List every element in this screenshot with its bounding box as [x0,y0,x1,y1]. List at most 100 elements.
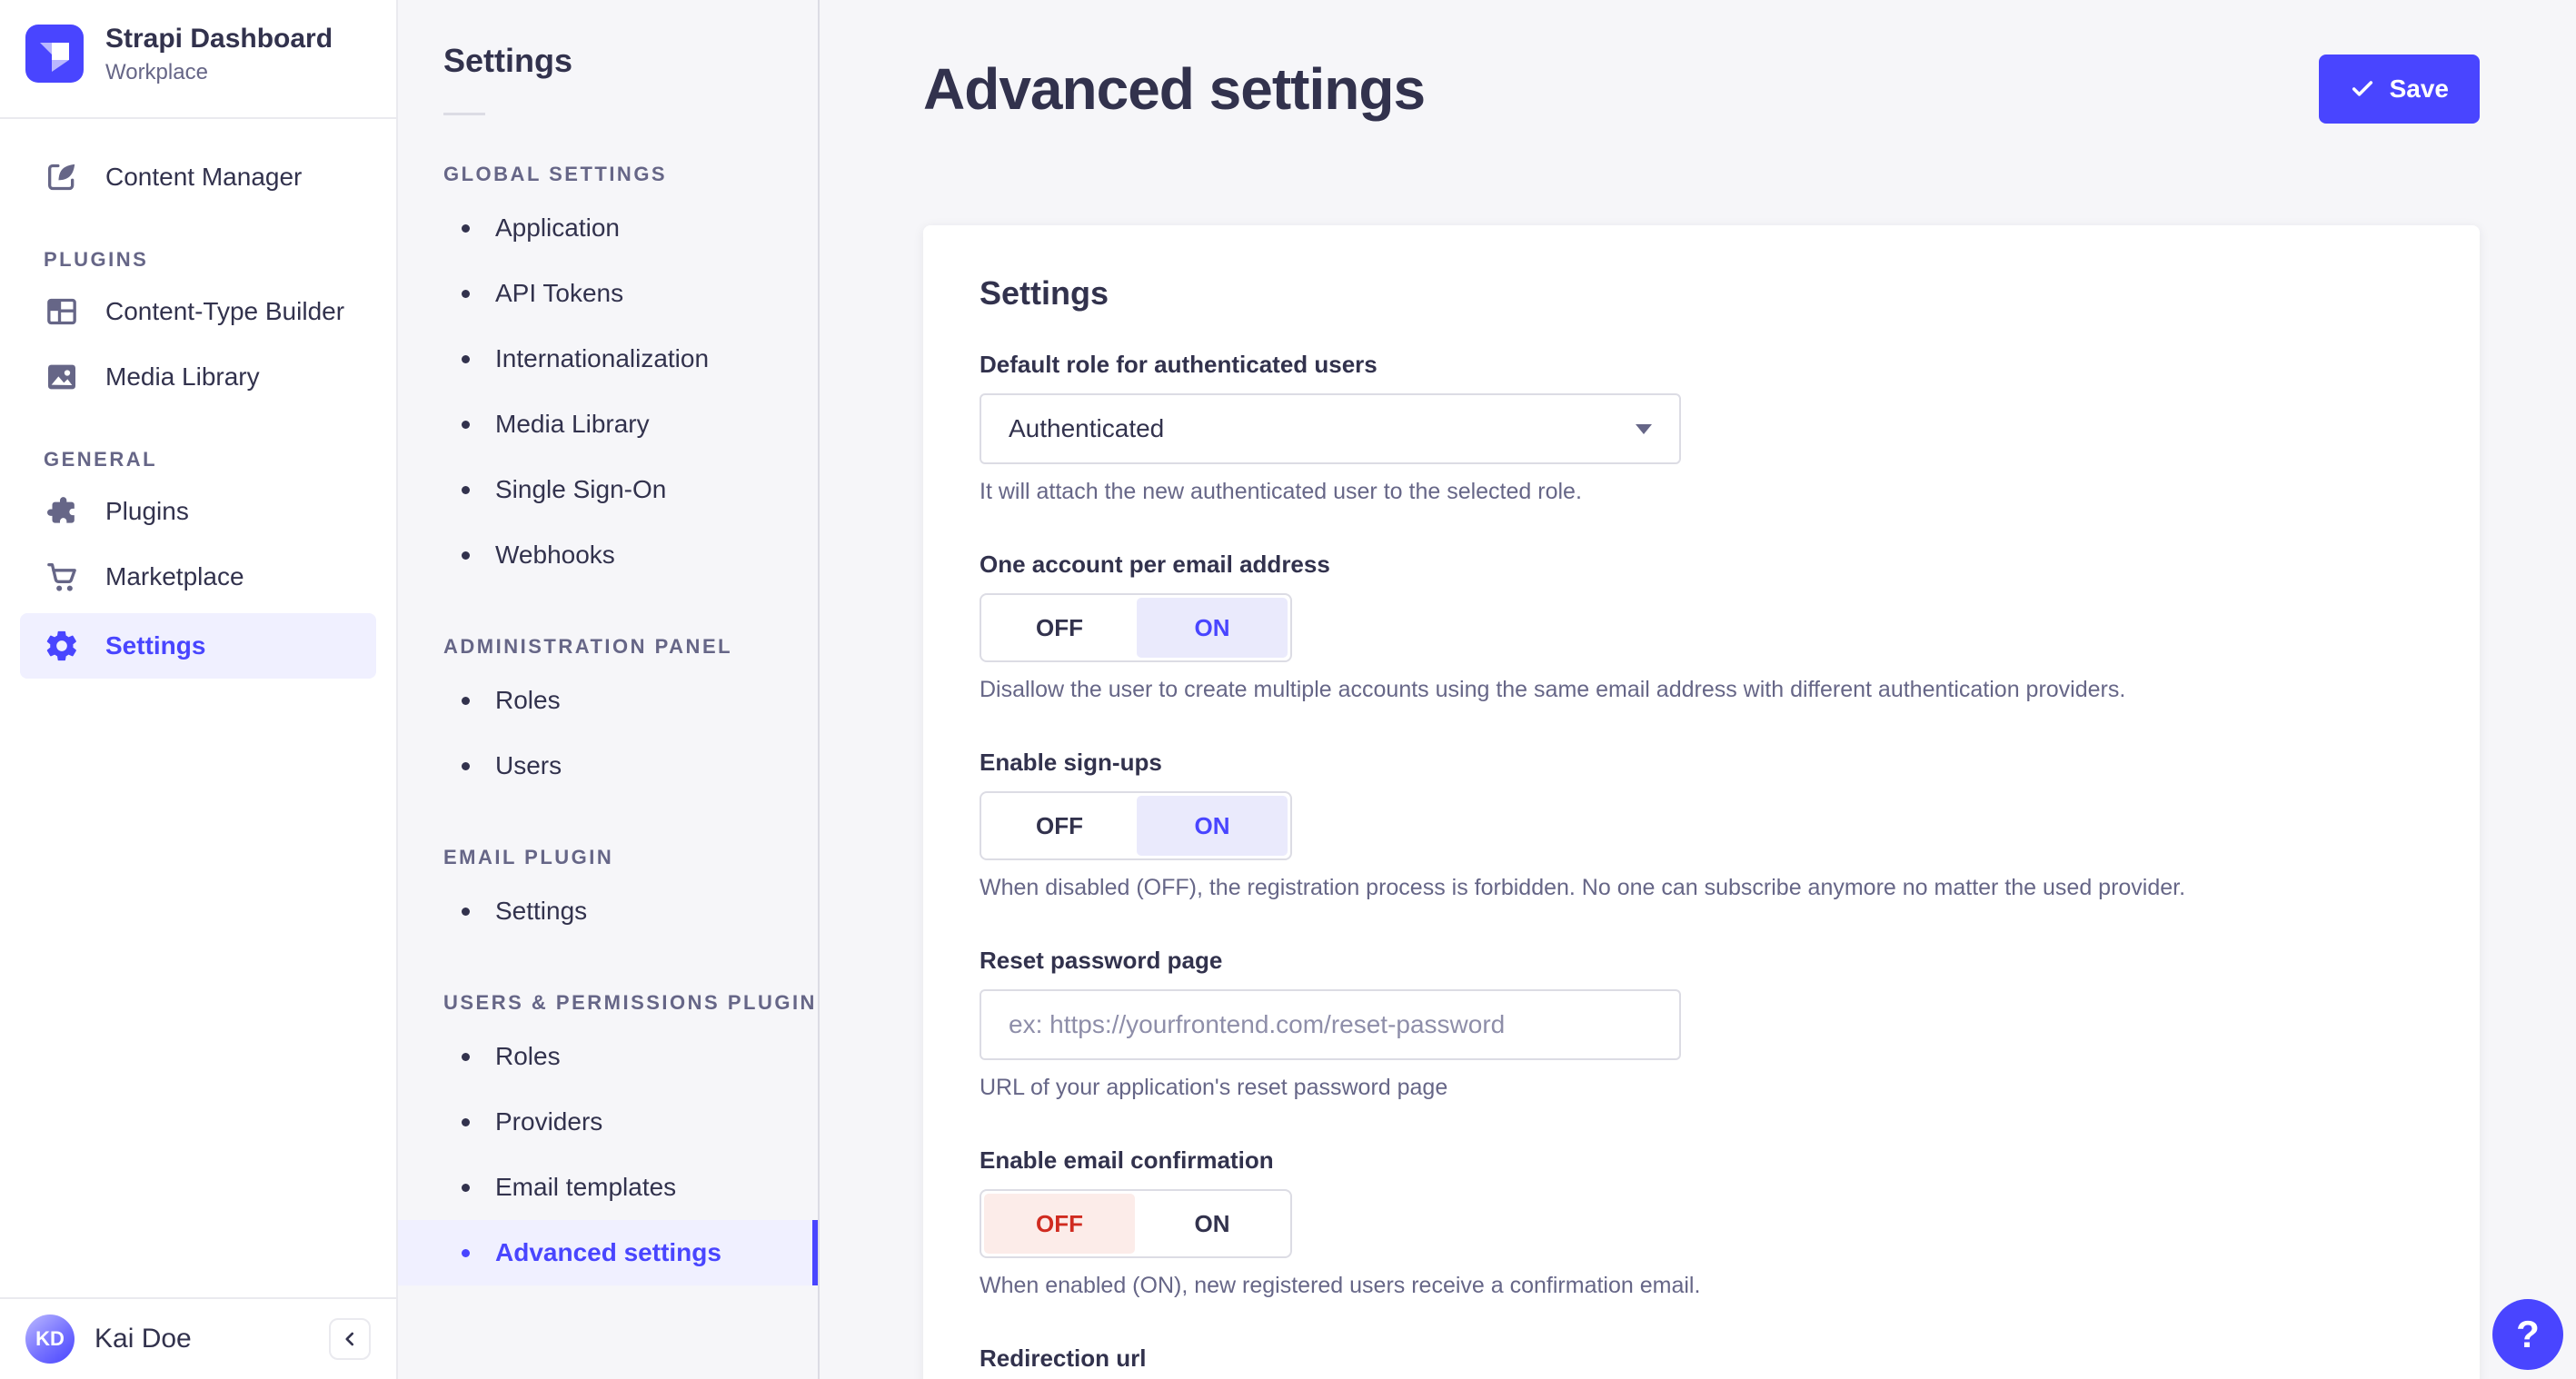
sidebar-item-media-library[interactable]: Media Library [20,348,376,406]
sidebar-item-label: Plugins [105,496,189,525]
plugins-icon [47,496,75,523]
subnav-title: Settings [443,42,573,79]
subnav-item-application[interactable]: Application [398,195,818,261]
settings-panel: Settings Default role for authenticated … [923,225,2480,1379]
toggle-on-option[interactable]: ON [1137,598,1288,658]
subnav-item-internationalization[interactable]: Internationalization [398,326,818,392]
bullet-icon [462,420,470,429]
main-sidebar: Strapi Dashboard Workplace Content Manag… [0,0,398,1379]
subnav-item-up-roles[interactable]: Roles [398,1024,818,1089]
brand-subtitle: Workplace [105,59,208,84]
bullet-icon [462,696,470,705]
content-type-builder-icon [47,298,76,324]
subnav-item-webhooks[interactable]: Webhooks [398,522,818,588]
check-icon [2352,81,2372,96]
subnav-item-label: Settings [495,897,588,925]
toggle-on-option[interactable]: ON [1137,1194,1288,1254]
subnav-item-label: Providers [495,1107,603,1136]
subnav-item-roles[interactable]: Roles [398,668,818,733]
subnav-item-providers[interactable]: Providers [398,1089,818,1155]
sidebar-item-label: Marketplace [105,561,244,590]
subnav-item-single-sign-on[interactable]: Single Sign-On [398,457,818,522]
subnav-section-administration-panel: ADMINISTRATION PANEL [443,635,733,658]
subnav-item-label: Single Sign-On [495,475,667,503]
field-label: Enable email confirmation [980,1146,1274,1174]
toggle-off-option[interactable]: OFF [984,1194,1135,1254]
bullet-icon [462,761,470,770]
select-value: Authenticated [1009,414,1165,442]
field-label: Default role for authenticated users [980,351,1378,378]
brand-title: Strapi Dashboard [105,24,333,54]
subnav-item-advanced-settings[interactable]: Advanced settings [398,1220,818,1285]
subnav-item-label: Media Library [495,410,650,438]
nav-section-general: GENERAL [44,447,158,471]
field-hint: Disallow the user to create multiple acc… [980,677,2126,702]
enable-signups-toggle: OFF ON [980,791,1292,860]
email-confirmation-toggle: OFF ON [980,1189,1292,1258]
field-email-confirmation: Enable email confirmation OFF ON When en… [980,1146,2423,1299]
brand-text: Strapi Dashboard Workplace [105,22,333,86]
sidebar-item-settings[interactable]: Settings [20,612,376,679]
main-nav-list: Content Manager PLUGINS Content-Type Bui… [0,119,396,708]
avatar: KD [25,1315,75,1364]
media-library-icon [48,364,75,389]
sidebar-item-content-type-builder[interactable]: Content-Type Builder [20,283,376,341]
content-manager-icon [48,164,75,190]
field-hint: When enabled (ON), new registered users … [980,1273,1701,1298]
bullet-icon [462,1117,470,1126]
subnav-item-label: Application [495,213,620,242]
toggle-off-option[interactable]: OFF [984,598,1135,658]
reset-password-input[interactable] [980,989,1681,1060]
default-role-select[interactable]: Authenticated [980,393,1681,464]
subnav-item-label: Internationalization [495,344,710,372]
subnav-item-label: Roles [495,686,561,714]
save-button[interactable]: Save [2318,55,2480,124]
toggle-on-option[interactable]: ON [1137,796,1288,856]
bullet-icon [462,1052,470,1061]
sidebar-item-label: Content-Type Builder [105,296,345,325]
bullet-icon [462,289,470,298]
panel-title: Settings [980,274,1109,312]
save-button-label: Save [2389,74,2449,103]
subnav-section-email-plugin: EMAIL PLUGIN [443,846,614,868]
subnav-list-admin: Roles Users [398,668,818,799]
marketplace-icon [47,562,76,591]
bullet-icon [462,485,470,494]
bullet-icon [462,1183,470,1192]
field-reset-password: Reset password page URL of your applicat… [980,947,2423,1101]
page-title: Advanced settings [923,56,1426,122]
field-hint: When disabled (OFF), the registration pr… [980,875,2186,900]
sidebar-item-label: Settings [105,630,206,660]
one-account-toggle: OFF ON [980,593,1292,662]
field-hint: It will attach the new authenticated use… [980,479,1582,504]
sidebar-item-plugins[interactable]: Plugins [20,482,376,541]
user-area: KD Kai Doe [0,1297,396,1379]
subnav-item-api-tokens[interactable]: API Tokens [398,261,818,326]
subnav-item-users[interactable]: Users [398,733,818,799]
settings-subnav: Settings GLOBAL SETTINGS Application API… [398,0,820,1379]
sidebar-item-label: Media Library [105,362,260,391]
subnav-item-label: Email templates [495,1173,677,1201]
field-label: Redirection url [980,1344,1147,1372]
sidebar-item-content-manager[interactable]: Content Manager [20,148,376,206]
help-button[interactable]: ? [2492,1299,2563,1370]
collapse-sidebar-button[interactable] [329,1318,371,1360]
settings-gear-icon [46,630,76,660]
subnav-list-users-permissions: Roles Providers Email templates Advanced… [398,1024,818,1285]
brand[interactable]: Strapi Dashboard Workplace [0,0,396,117]
subnav-item-email-templates[interactable]: Email templates [398,1155,818,1220]
subnav-list-email: Settings [398,878,818,944]
subnav-item-label: Webhooks [495,541,615,569]
field-label: Enable sign-ups [980,749,1162,776]
subnav-item-label: Advanced settings [495,1238,721,1266]
sidebar-item-marketplace[interactable]: Marketplace [20,548,376,606]
subnav-section-global-settings: GLOBAL SETTINGS [443,163,668,185]
field-hint: URL of your application's reset password… [980,1075,1448,1100]
sidebar-item-label: Content Manager [105,162,303,191]
chevron-left-icon [345,1332,354,1346]
field-label: Reset password page [980,947,1223,974]
bullet-icon [462,551,470,560]
subnav-item-media-library[interactable]: Media Library [398,392,818,457]
toggle-off-option[interactable]: OFF [984,796,1135,856]
subnav-item-email-settings[interactable]: Settings [398,878,818,944]
